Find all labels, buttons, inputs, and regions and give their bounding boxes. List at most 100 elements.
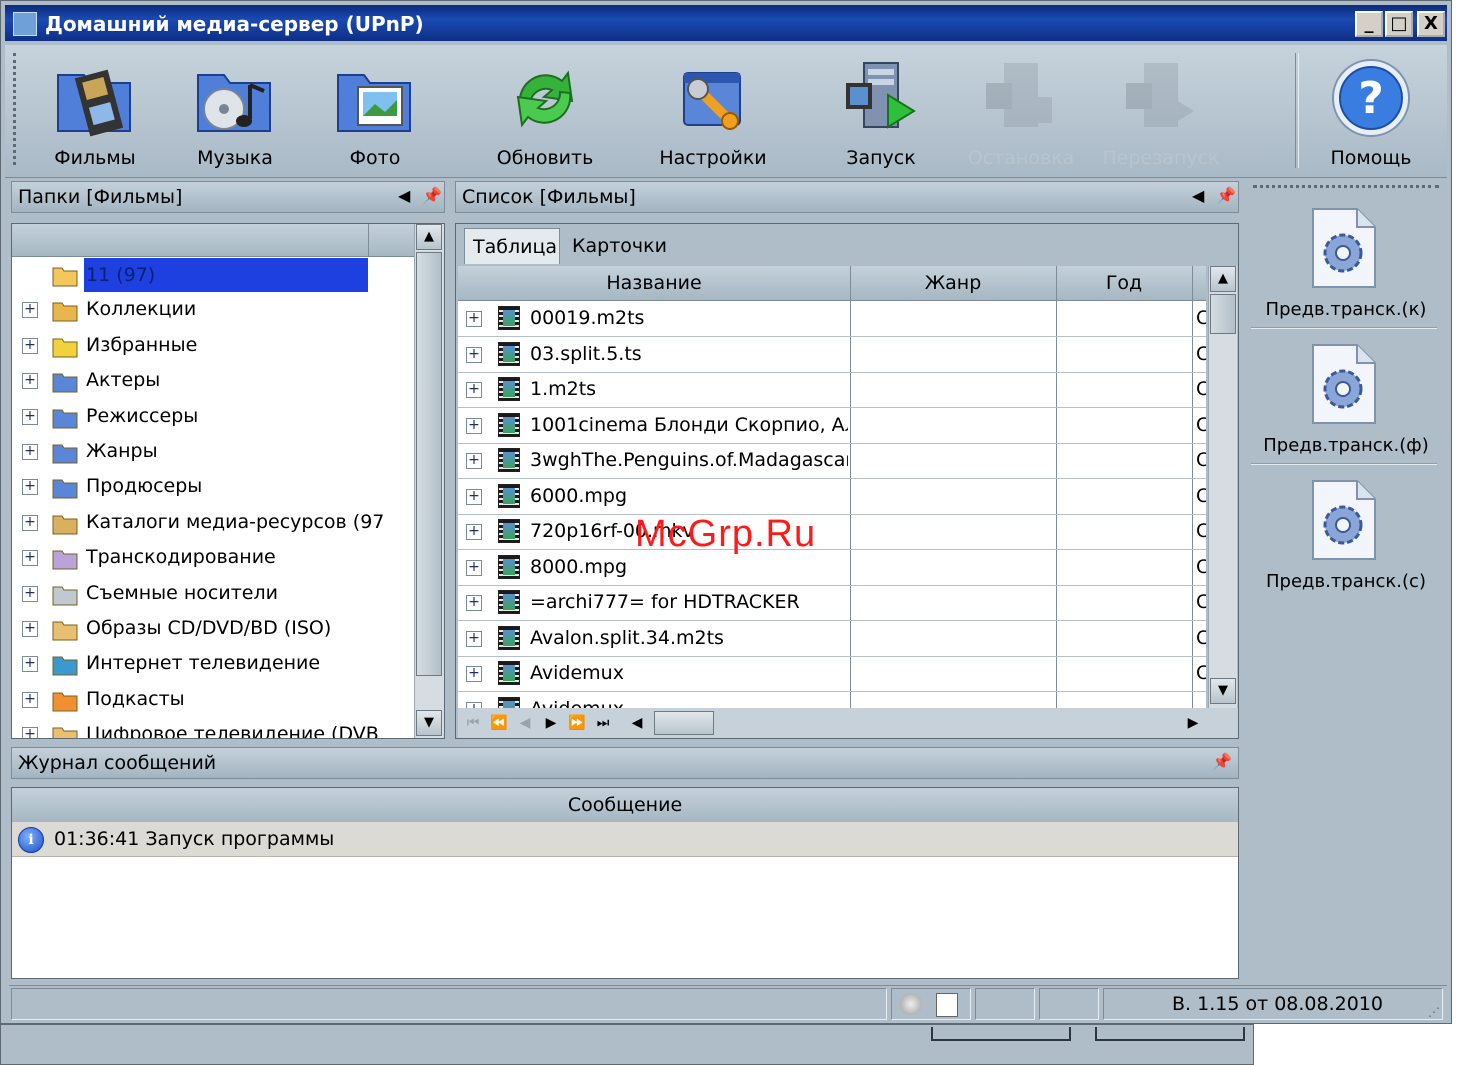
tree-item[interactable]: + Съемные носители — [12, 577, 414, 612]
expand-icon[interactable]: + — [466, 453, 482, 469]
tree-item[interactable]: + Цифровое телевидение (DVB — [12, 718, 414, 738]
tree-item[interactable]: + Избранные — [12, 329, 414, 364]
panel-collapse-icon[interactable]: ◀ — [1192, 186, 1204, 205]
expand-icon[interactable]: + — [466, 346, 482, 363]
expand-icon[interactable]: + — [466, 524, 482, 540]
panel-grip[interactable] — [1253, 185, 1439, 188]
column-year[interactable]: Год — [1056, 272, 1192, 294]
log-row[interactable]: i 01:36:41 Запуск программы — [12, 822, 1238, 857]
status-checkbox[interactable] — [936, 993, 958, 1017]
start-server-button[interactable]: Запуск — [811, 51, 951, 175]
expand-icon[interactable]: + — [466, 630, 482, 647]
pin-icon[interactable]: 📌 — [1212, 752, 1232, 771]
scroll-down-button[interactable]: ▼ — [416, 710, 442, 736]
tree-item[interactable]: + Каталоги медиа-ресурсов (97 — [12, 506, 414, 541]
first-record-button[interactable]: ⏮ — [460, 712, 486, 734]
expand-icon[interactable]: + — [22, 621, 38, 637]
table-row[interactable]: +720p16rf-00.mkvС — [458, 514, 1206, 550]
tree-item[interactable]: + Транскодирование — [12, 541, 414, 576]
panel-collapse-icon[interactable]: ◀ — [398, 186, 410, 205]
prev-record-button[interactable]: ◀ — [512, 712, 538, 734]
settings-button[interactable]: Настройки — [643, 51, 783, 175]
tree-item[interactable]: 11 (97) — [12, 258, 414, 293]
expand-icon[interactable]: + — [22, 444, 38, 460]
expand-icon[interactable]: + — [22, 550, 38, 567]
expand-icon[interactable]: + — [22, 337, 38, 354]
column-message[interactable]: Сообщение — [12, 788, 1238, 823]
tab-table[interactable]: Таблица — [464, 228, 560, 264]
expand-icon[interactable]: + — [22, 408, 38, 425]
title-bar[interactable]: Домашний медиа-сервер (UPnP) _ □ X — [5, 5, 1447, 41]
expand-icon[interactable]: + — [466, 488, 482, 505]
restart-server-button[interactable]: Перезапуск — [1091, 51, 1231, 175]
expand-icon[interactable]: + — [22, 479, 38, 496]
transcode-profile-s[interactable]: Предв.транск.(с) — [1247, 467, 1445, 601]
expand-icon[interactable]: + — [22, 514, 38, 531]
table-row[interactable]: +3wghThe.Penguins.of.Madagascar С — [458, 443, 1206, 479]
resize-grip-icon[interactable]: ⋰ — [1428, 1005, 1440, 1019]
table-row[interactable]: + Avidemux С — [458, 656, 1206, 692]
scroll-thumb[interactable] — [1210, 294, 1236, 334]
expand-icon[interactable]: + — [22, 727, 38, 738]
pin-icon[interactable]: 📌 — [1216, 186, 1236, 205]
help-button[interactable]: ? Помощь — [1301, 51, 1441, 175]
tree-scrollbar[interactable]: ▲ ▼ — [414, 224, 444, 738]
scroll-up-button[interactable]: ▲ — [416, 224, 442, 250]
column-name[interactable]: Название — [458, 272, 850, 294]
expand-icon[interactable]: + — [466, 382, 482, 398]
tree-item[interactable]: + Коллекции — [12, 293, 414, 328]
tree-item[interactable]: + Образы CD/DVD/BD (ISO) — [12, 612, 414, 647]
expand-icon[interactable]: + — [466, 417, 482, 434]
scroll-down-button[interactable]: ▼ — [1210, 678, 1236, 704]
transcode-profile-f[interactable]: Предв.транск.(ф) — [1247, 331, 1445, 465]
rss-folder-icon — [52, 688, 78, 712]
table-row[interactable]: +8000.mpg С — [458, 550, 1206, 586]
scroll-up-button[interactable]: ▲ — [1210, 266, 1236, 292]
table-row[interactable]: +03.split.5.ts С — [458, 337, 1206, 373]
next-page-button[interactable]: ⏩ — [564, 712, 590, 734]
expand-icon[interactable]: + — [466, 666, 482, 682]
scroll-right-button[interactable]: ▶ — [1180, 712, 1206, 734]
prev-page-button[interactable]: ⏪ — [486, 712, 512, 734]
table-row[interactable]: +00019.m2ts С — [458, 301, 1206, 337]
close-button[interactable]: X — [1417, 11, 1445, 37]
scroll-left-button[interactable]: ◀ — [624, 712, 650, 734]
tree-item[interactable]: + Интернет телевидение — [12, 647, 414, 682]
table-row[interactable]: +1.m2ts С — [458, 372, 1206, 408]
last-record-button[interactable]: ⏭ — [590, 712, 616, 734]
table-row[interactable]: + Avalon.split.34.m2ts С — [458, 621, 1206, 657]
expand-icon[interactable]: + — [22, 585, 38, 602]
tree-item[interactable]: + Продюсеры — [12, 470, 414, 505]
pin-icon[interactable]: 📌 — [422, 186, 442, 205]
tree-item[interactable]: + Режиссеры — [12, 400, 414, 435]
refresh-button[interactable]: Обновить — [475, 51, 615, 175]
expand-icon[interactable]: + — [22, 302, 38, 319]
table-row[interactable]: +Avidemux — [458, 692, 1206, 708]
list-scrollbar[interactable]: ▲ ▼ — [1208, 266, 1237, 708]
expand-icon[interactable]: + — [466, 595, 482, 611]
tree-item[interactable]: + Актеры — [12, 364, 414, 399]
expand-icon[interactable]: + — [466, 559, 482, 576]
column-genre[interactable]: Жанр — [850, 272, 1056, 294]
table-row[interactable]: +1001cinema Блонди Скорпио, Але С — [458, 408, 1206, 444]
expand-icon[interactable]: + — [22, 373, 38, 390]
next-record-button[interactable]: ▶ — [538, 712, 564, 734]
toolbar-grip[interactable] — [13, 53, 20, 165]
horizontal-scroll-thumb[interactable] — [654, 711, 714, 735]
expand-icon[interactable]: + — [22, 656, 38, 673]
table-row[interactable]: +6000.mpg С — [458, 479, 1206, 515]
scroll-thumb[interactable] — [416, 252, 442, 676]
transcode-profile-k[interactable]: Предв.транск.(к) — [1247, 195, 1445, 329]
music-button[interactable]: Музыка — [165, 51, 305, 175]
maximize-button[interactable]: □ — [1385, 11, 1413, 37]
expand-icon[interactable]: + — [466, 311, 482, 327]
tab-cards[interactable]: Карточки — [564, 228, 675, 264]
photo-button[interactable]: Фото — [305, 51, 445, 175]
tree-item[interactable]: + Жанры — [12, 435, 414, 470]
tree-item[interactable]: + Подкасты — [12, 683, 414, 718]
films-button[interactable]: Фильмы — [25, 51, 165, 175]
stop-server-button[interactable]: Остановка — [951, 51, 1091, 175]
table-row[interactable]: + =archi777= for HDTRACKER С — [458, 585, 1206, 621]
expand-icon[interactable]: + — [22, 691, 38, 708]
minimize-button[interactable]: _ — [1355, 11, 1383, 37]
